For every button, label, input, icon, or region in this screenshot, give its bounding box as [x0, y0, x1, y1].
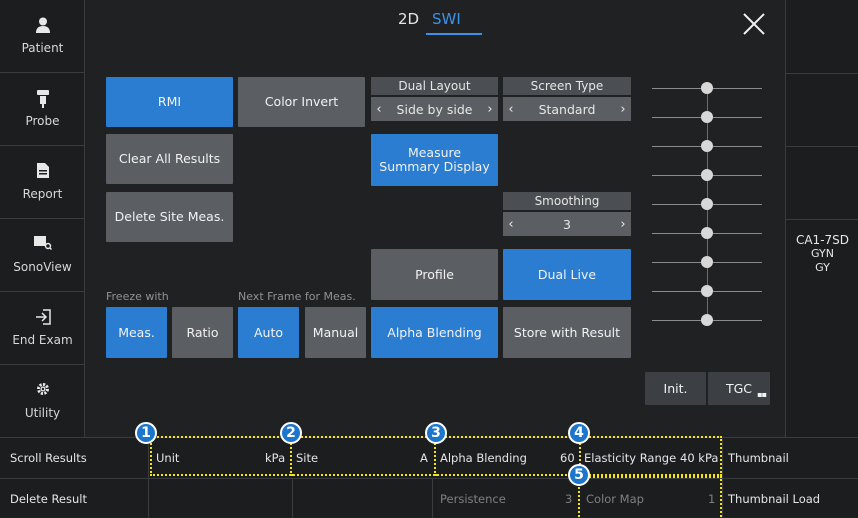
tgc-button-label: TGC: [725, 380, 753, 396]
bottom-divider: [148, 438, 149, 518]
tgc-knob[interactable]: [701, 111, 713, 123]
chevron-right-icon[interactable]: ›: [616, 212, 630, 236]
callout-badge-2: 2: [280, 422, 302, 444]
smoothing-selector[interactable]: Smoothing 3 ‹ ›: [503, 192, 631, 238]
tgc-knob[interactable]: [701, 285, 713, 297]
color-invert-button[interactable]: Color Invert: [238, 77, 365, 127]
tgc-knob[interactable]: [701, 227, 713, 239]
sidebar-item-label: SonoView: [13, 260, 72, 274]
dual-layout-value: Side by side: [371, 97, 498, 121]
sidebar-item-utility[interactable]: Utility: [0, 365, 85, 438]
tgc-knob[interactable]: [701, 169, 713, 181]
close-icon[interactable]: [741, 11, 767, 37]
grid-icon: ▪▪: [757, 390, 767, 399]
chevron-left-icon[interactable]: ‹: [504, 97, 518, 121]
persistence-label: Persistence: [440, 492, 506, 506]
bottom-divider: [0, 478, 858, 479]
active-tab-indicator: [426, 33, 482, 35]
persistence-value: 3: [565, 492, 573, 506]
sidebar-item-report[interactable]: Report: [0, 146, 85, 219]
store-with-result-button[interactable]: Store with Result: [503, 307, 631, 358]
sidebar-item-label: Patient: [21, 41, 64, 55]
tgc-knob[interactable]: [701, 256, 713, 268]
screen-type-value: Standard: [503, 97, 631, 121]
sidebar-item-probe[interactable]: Probe: [0, 73, 85, 146]
tab-swi[interactable]: SWI: [432, 10, 461, 28]
right-panel-cell: [786, 0, 858, 74]
person-icon: [35, 17, 50, 35]
smoothing-value: 3: [503, 212, 631, 236]
sidebar-item-sonoview[interactable]: SonoView: [0, 219, 85, 292]
highlight-color-map: [578, 476, 722, 517]
dual-live-button[interactable]: Dual Live: [503, 249, 631, 300]
bottom-divider: [722, 438, 723, 518]
thumbnail-load-button[interactable]: Thumbnail Load: [728, 492, 820, 506]
next-frame-auto-button[interactable]: Auto: [238, 307, 299, 358]
sidebar-item-label: Report: [22, 187, 63, 201]
init-button[interactable]: Init.: [645, 372, 706, 405]
screen-type-title: Screen Type: [503, 77, 631, 95]
tgc-knob[interactable]: [701, 198, 713, 210]
probe-model: CA1-7SD: [795, 233, 850, 247]
bottom-divider: [432, 479, 433, 518]
measure-summary-display-button[interactable]: Measure Summary Display: [371, 134, 498, 186]
delete-site-meas-button[interactable]: Delete Site Meas.: [106, 192, 233, 242]
clear-all-results-button[interactable]: Clear All Results: [106, 134, 233, 184]
screen-type-selector[interactable]: Screen Type Standard ‹ ›: [503, 77, 631, 123]
rmi-button[interactable]: RMI: [106, 77, 233, 127]
freeze-meas-button[interactable]: Meas.: [106, 307, 167, 358]
document-icon: [36, 163, 49, 181]
exit-icon: [35, 309, 51, 327]
next-frame-manual-button[interactable]: Manual: [305, 307, 366, 358]
sidebar-item-patient[interactable]: Patient: [0, 0, 85, 73]
chevron-right-icon[interactable]: ›: [483, 97, 497, 121]
profile-button[interactable]: Profile: [371, 249, 498, 300]
sidebar-item-label: Utility: [24, 406, 61, 420]
right-panel-cell: [786, 73, 858, 147]
probe-info: CA1-7SD GYN GY: [786, 219, 858, 292]
thumbnail-button[interactable]: Thumbnail: [728, 451, 789, 465]
next-frame-label: Next Frame for Meas.: [238, 290, 356, 303]
freeze-with-label: Freeze with: [106, 290, 169, 303]
sidebar-item-end-exam[interactable]: End Exam: [0, 292, 85, 365]
callout-badge-1: 1: [135, 422, 157, 444]
probe-icon: [36, 90, 49, 108]
probe-preset: GY: [815, 261, 830, 274]
callout-badge-3: 3: [425, 422, 447, 444]
tgc-button[interactable]: TGC ▪▪: [708, 372, 770, 405]
tgc-knob[interactable]: [701, 314, 713, 326]
tgc-knob[interactable]: [701, 140, 713, 152]
scroll-results-button[interactable]: Scroll Results: [10, 451, 87, 465]
sidebar-item-label: Probe: [25, 114, 60, 128]
alpha-blending-button[interactable]: Alpha Blending: [371, 307, 498, 358]
sonoview-icon: [33, 236, 52, 254]
probe-application: GYN: [811, 247, 834, 260]
callout-badge-4: 4: [568, 422, 590, 444]
chevron-right-icon[interactable]: ›: [616, 97, 630, 121]
freeze-ratio-button[interactable]: Ratio: [172, 307, 233, 358]
gear-icon: [36, 382, 50, 400]
bottom-divider: [292, 479, 293, 518]
tab-2d[interactable]: 2D: [398, 10, 419, 28]
dual-layout-selector[interactable]: Dual Layout Side by side ‹ ›: [371, 77, 498, 123]
tgc-knob[interactable]: [701, 82, 713, 94]
chevron-left-icon[interactable]: ‹: [504, 212, 518, 236]
dual-layout-title: Dual Layout: [371, 77, 498, 95]
tgc-sliders[interactable]: [652, 78, 762, 358]
right-panel-cell: [786, 146, 858, 220]
chevron-left-icon[interactable]: ‹: [372, 97, 386, 121]
right-panel: CA1-7SD GYN GY: [785, 0, 858, 437]
callout-badge-5: 5: [568, 464, 590, 486]
sidebar: Patient Probe Report SonoView End Exam U…: [0, 0, 85, 438]
delete-result-button[interactable]: Delete Result: [10, 492, 87, 506]
sidebar-item-label: End Exam: [12, 333, 73, 347]
smoothing-title: Smoothing: [503, 192, 631, 210]
